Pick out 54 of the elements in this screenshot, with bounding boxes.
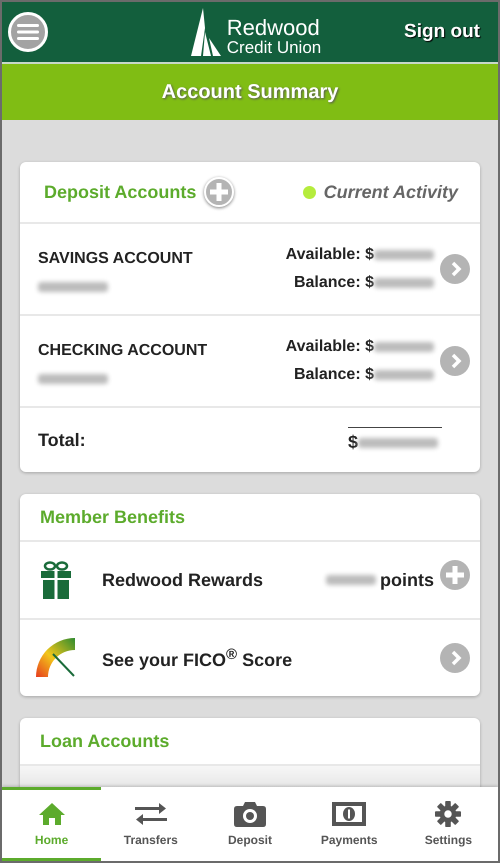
menu-button[interactable] bbox=[8, 12, 48, 52]
section-title: Member Benefits bbox=[40, 506, 186, 528]
blurred-account-number bbox=[38, 282, 108, 292]
chevron-right-icon bbox=[450, 650, 462, 666]
plus-icon bbox=[210, 183, 228, 201]
tab[interactable]: Transfers bbox=[101, 787, 200, 861]
balance-label: Balance: $ bbox=[294, 366, 374, 384]
add-button[interactable] bbox=[440, 560, 470, 590]
chevron-button[interactable] bbox=[440, 346, 470, 376]
account-name: CHECKING ACCOUNT bbox=[38, 342, 208, 360]
tree-logo-icon bbox=[190, 8, 221, 56]
blurred-amount bbox=[374, 250, 434, 260]
tab[interactable]: Settings bbox=[398, 787, 498, 861]
current-activity-link[interactable]: Current Activity bbox=[324, 182, 458, 202]
balance-label: Balance: $ bbox=[294, 274, 374, 292]
blurred-amount bbox=[374, 342, 434, 352]
add-button[interactable] bbox=[204, 177, 234, 207]
benefit-row[interactable]: See your FICO$^{®}$ Score bbox=[20, 620, 480, 696]
status-dot bbox=[302, 186, 316, 198]
blurred-amount bbox=[374, 278, 434, 288]
tab[interactable]: Payments bbox=[300, 787, 399, 861]
blurred-account-number bbox=[38, 374, 108, 384]
total-label: Total: bbox=[38, 430, 87, 450]
plus-icon bbox=[446, 566, 464, 584]
account-row[interactable]: CHECKING ACCOUNT Available: $ Balance: $ bbox=[20, 316, 480, 408]
available-label: Available: $ bbox=[286, 246, 374, 264]
account-name: SAVINGS ACCOUNT bbox=[38, 250, 194, 268]
logo-name: Redwood bbox=[226, 17, 321, 39]
chevron-button[interactable] bbox=[440, 254, 470, 284]
blurred-points bbox=[326, 575, 376, 585]
camera-icon bbox=[234, 801, 266, 827]
chevron-right-icon bbox=[450, 261, 462, 277]
section-title: Loan Accounts bbox=[40, 730, 170, 752]
tab[interactable]: Deposit bbox=[200, 787, 300, 861]
logo-subtitle: Credit Union bbox=[226, 39, 322, 56]
benefit-row[interactable]: Redwood Rewards points bbox=[20, 542, 480, 620]
home-icon bbox=[38, 801, 66, 827]
chevron-right-icon bbox=[450, 353, 462, 369]
section-title: Deposit Accounts bbox=[44, 182, 196, 202]
points-label: points bbox=[380, 570, 434, 590]
total-amount: $ bbox=[348, 427, 442, 453]
menu-icon bbox=[17, 24, 39, 40]
benefit-label: See your FICO$^{®}$ Score bbox=[102, 646, 292, 670]
settings-icon bbox=[434, 801, 462, 827]
account-row[interactable]: SAVINGS ACCOUNT Available: $ Balance: $ bbox=[20, 224, 480, 316]
sign-out-link[interactable]: Sign out bbox=[404, 21, 480, 43]
gauge-icon bbox=[36, 638, 76, 678]
chevron-button[interactable] bbox=[440, 643, 470, 673]
benefit-label: Redwood Rewards bbox=[102, 570, 264, 590]
blurred-amount bbox=[374, 370, 434, 380]
transfer-arrows-icon bbox=[134, 801, 167, 827]
available-label: Available: $ bbox=[286, 338, 374, 356]
page-title: Account Summary bbox=[162, 80, 338, 104]
banknote-icon bbox=[332, 801, 366, 827]
